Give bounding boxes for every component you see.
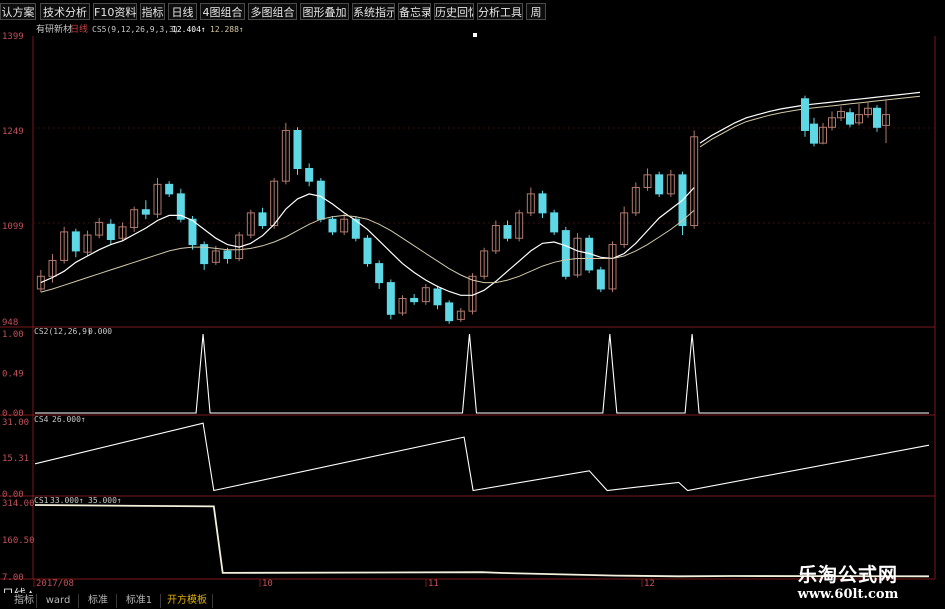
candle-body	[106, 223, 115, 241]
candle-body	[165, 183, 174, 195]
menu-item-7[interactable]: 图形叠加	[300, 3, 349, 20]
candle-body	[596, 269, 605, 290]
candle-body	[503, 225, 512, 239]
indicator-value-2: 12.288↑	[210, 25, 244, 34]
stock-name: 有研新材	[36, 23, 72, 35]
cs4-ytick-2: 31.00	[2, 418, 29, 428]
main-ytick-2: 1249	[2, 127, 24, 137]
cursor-marker	[473, 33, 477, 37]
main-ytick-3: 1399	[2, 32, 24, 42]
status-tab-1[interactable]: ward	[38, 594, 79, 608]
candle-body	[538, 193, 547, 214]
status-tab-0[interactable]: 指标	[12, 594, 37, 608]
cs4-label: CS4	[34, 415, 49, 424]
x-label-2: 11	[428, 579, 439, 587]
cs2-indicator-chart	[35, 333, 929, 414]
candle-body	[410, 297, 419, 303]
menu-item-8[interactable]: 系统指示	[352, 3, 395, 20]
menu-item-4[interactable]: 日线	[168, 3, 197, 20]
cs2-ytick-1: 0.49	[2, 370, 24, 380]
menu-bar: 认方案技术分析F10资料指标日线4图组合多图组合图形叠加系统指示备忘录历史回忆分…	[0, 0, 945, 22]
candle-body	[305, 168, 314, 182]
panel-frames	[0, 36, 936, 580]
watermark: 乐淘公式网 www.60lt.com	[768, 560, 928, 604]
period-label: 日线	[70, 23, 88, 35]
candle-body	[328, 218, 337, 233]
candle-body	[445, 302, 454, 322]
candle-body	[363, 237, 372, 265]
cs2-ytick-2: 1.00	[2, 330, 24, 340]
cs1-ytick-2: 314.00	[2, 499, 35, 509]
candle-body	[71, 231, 80, 252]
candle-body	[316, 180, 325, 220]
candle-body	[561, 230, 570, 277]
menu-item-11[interactable]: 分析工具	[477, 3, 523, 20]
cs2-label: CS2(12,26,9)	[34, 327, 92, 336]
menu-item-12[interactable]: 周	[526, 3, 546, 20]
cs1-label: CS1	[34, 496, 49, 505]
candle-body	[433, 288, 442, 306]
cs4-value: 26.000↑	[52, 415, 86, 424]
cs1-ytick-1: 160.50	[2, 536, 35, 546]
candle-body	[375, 263, 384, 284]
candlestick-chart	[36, 91, 921, 324]
chart-area: 9481099124913990.000.491.000.0015.3131.0…	[0, 23, 936, 587]
status-tab-3[interactable]: 标准1	[118, 594, 161, 608]
menu-item-2[interactable]: F10资料	[93, 3, 137, 20]
x-label-3: 12	[644, 579, 655, 587]
menu-item-0[interactable]: 认方案	[0, 3, 36, 20]
candle-body	[873, 107, 881, 128]
x-label-0: 2017/08	[36, 579, 74, 587]
cs2-value: 0.000	[88, 327, 112, 336]
main-ytick-0: 948	[2, 318, 18, 328]
menu-item-6[interactable]: 多图组合	[248, 3, 297, 20]
x-axis-labels: 2017/08 10 11 12	[33, 579, 655, 587]
status-tab-4[interactable]: 开方模板	[162, 594, 213, 608]
indicator-value-1: 12.404↑	[172, 25, 206, 34]
cs1-value-2: 35.000↑	[88, 496, 122, 505]
y-axis-labels: 9481099124913990.000.491.000.0015.3131.0…	[2, 32, 35, 583]
cs4-line	[34, 422, 930, 492]
candle-body	[293, 129, 302, 170]
menu-item-10[interactable]: 历史回忆	[434, 3, 474, 20]
menu-item-3[interactable]: 指标	[140, 3, 165, 20]
candle-body	[655, 174, 664, 195]
candle-body	[141, 209, 150, 215]
candle-body	[801, 98, 809, 131]
watermark-url: www.60lt.com	[797, 587, 899, 602]
candle-body	[846, 112, 854, 125]
watermark-title: 乐淘公式网	[797, 564, 898, 586]
indicator-label: CS5(9,12,26,9,3,3)	[92, 25, 179, 34]
candle-body	[386, 282, 395, 315]
menu-item-9[interactable]: 备忘录	[398, 3, 431, 20]
cs4-ytick-1: 15.31	[2, 454, 29, 464]
main-ytick-1: 1099	[2, 222, 24, 232]
cs1-ytick-0: 7.00	[2, 573, 24, 583]
candle-body	[810, 123, 818, 144]
cs2-line	[35, 333, 929, 414]
menu-item-1[interactable]: 技术分析	[40, 3, 90, 20]
cs1-value-1: 33.000↑	[50, 496, 84, 505]
candle-body	[223, 250, 232, 260]
cs4-indicator-chart	[34, 422, 930, 492]
menu-item-5[interactable]: 4图组合	[200, 3, 245, 20]
candle-body	[258, 212, 267, 227]
x-label-1: 10	[262, 579, 273, 587]
status-tab-2[interactable]: 标准	[80, 594, 117, 608]
candle-body	[550, 212, 559, 233]
